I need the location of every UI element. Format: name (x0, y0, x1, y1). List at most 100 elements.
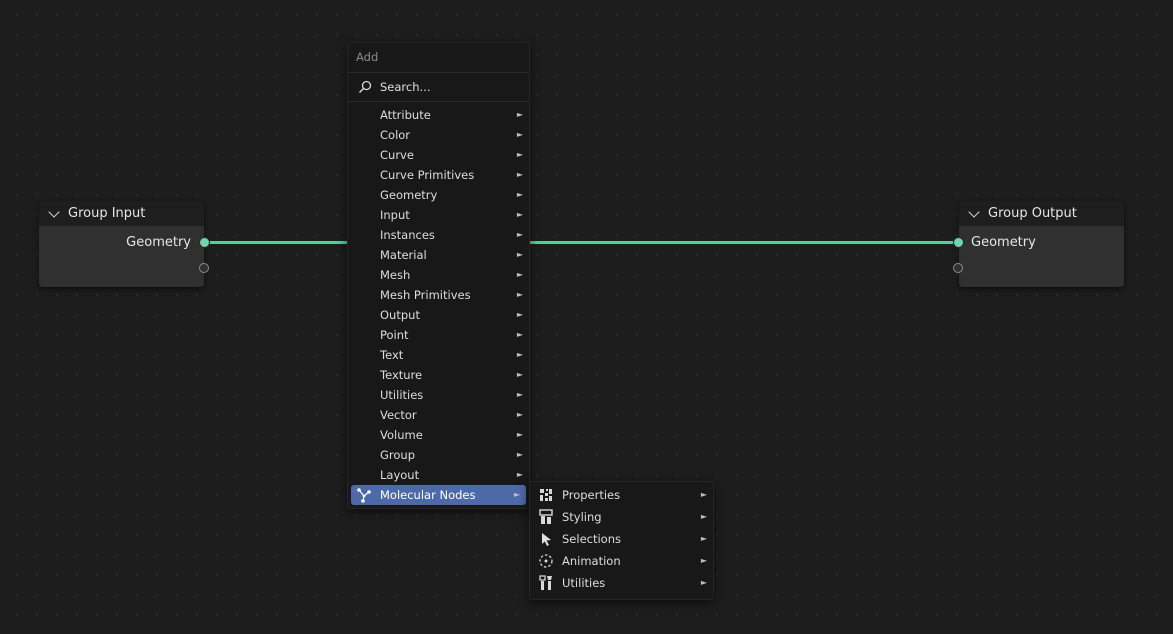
add-menu-item-label: Instances (380, 228, 435, 242)
add-menu-item-geometry[interactable]: Geometry ► (348, 185, 529, 205)
submenu-arrow-icon: ► (516, 250, 523, 259)
add-menu-item-label: Mesh (380, 268, 411, 282)
add-menu-item-utilities[interactable]: Utilities ► (348, 385, 529, 405)
submenu-item-animation[interactable]: Animation ► (530, 550, 713, 572)
utilities-icon (539, 575, 552, 590)
add-menu-item-label: Output (380, 308, 420, 322)
submenu-arrow-icon: ► (516, 110, 523, 119)
search-icon (358, 80, 372, 94)
submenu-item-utilities[interactable]: Utilities ► (530, 572, 713, 594)
add-menu-item-mesh[interactable]: Mesh ► (348, 265, 529, 285)
submenu-item-styling[interactable]: Styling ► (530, 506, 713, 528)
submenu-item-label: Utilities (562, 576, 606, 590)
molecular-nodes-submenu: Properties ► Styling ► Selections ► Anim… (529, 481, 714, 600)
submenu-arrow-icon: ► (516, 370, 523, 379)
group-input-empty-socket[interactable] (199, 263, 209, 273)
add-menu-item-label: Texture (380, 368, 423, 382)
node-link-left (205, 241, 350, 244)
add-menu-item-volume[interactable]: Volume ► (348, 425, 529, 445)
submenu-item-label: Selections (562, 532, 621, 546)
submenu-arrow-icon: ► (700, 534, 707, 543)
add-menu-item-label: Geometry (380, 188, 438, 202)
submenu-item-label: Animation (562, 554, 621, 568)
add-menu-item-molecular-nodes[interactable]: Molecular Nodes ► (351, 485, 526, 505)
add-menu-item-label: Vector (380, 408, 417, 422)
collapse-chevron-icon[interactable] (48, 205, 60, 218)
add-menu-item-input[interactable]: Input ► (348, 205, 529, 225)
submenu-arrow-icon: ► (516, 450, 523, 459)
submenu-arrow-icon: ► (516, 270, 523, 279)
add-menu-item-label: Point (380, 328, 409, 342)
group-input-title: Group Input (68, 206, 146, 221)
submenu-arrow-icon: ► (516, 210, 523, 219)
group-input-header[interactable]: Group Input (39, 201, 204, 226)
add-menu-search-field[interactable]: Search... (348, 73, 529, 102)
add-menu-item-label: Volume (380, 428, 423, 442)
selection-cursor-icon (542, 533, 551, 546)
add-menu-item-curve-primitives[interactable]: Curve Primitives ► (348, 165, 529, 185)
add-menu-item-texture[interactable]: Texture ► (348, 365, 529, 385)
submenu-arrow-icon: ► (700, 512, 707, 521)
submenu-arrow-icon: ► (516, 330, 523, 339)
add-menu-item-layout[interactable]: Layout ► (348, 465, 529, 485)
add-menu-item-output[interactable]: Output ► (348, 305, 529, 325)
submenu-item-label: Styling (562, 510, 602, 524)
group-input-node[interactable]: Group Input Geometry (39, 201, 204, 287)
group-output-geometry-label: Geometry (971, 235, 1036, 250)
group-output-node[interactable]: Group Output Geometry (959, 201, 1124, 287)
group-input-geometry-label: Geometry (126, 235, 191, 250)
submenu-arrow-icon: ► (700, 490, 707, 499)
add-menu-item-text[interactable]: Text ► (348, 345, 529, 365)
add-menu-item-label: Attribute (380, 108, 431, 122)
add-menu-item-group[interactable]: Group ► (348, 445, 529, 465)
add-menu-item-label: Group (380, 448, 416, 462)
add-menu-item-label: Color (380, 128, 411, 142)
submenu-arrow-icon: ► (516, 190, 523, 199)
molecule-icon (357, 488, 371, 503)
submenu-item-properties[interactable]: Properties ► (530, 484, 713, 506)
group-input-geometry-socket[interactable] (199, 237, 210, 248)
collapse-chevron-icon[interactable] (968, 205, 980, 218)
submenu-item-label: Properties (562, 488, 621, 502)
add-menu-item-label: Mesh Primitives (380, 288, 471, 302)
styling-icon (539, 509, 553, 524)
group-output-title: Group Output (988, 206, 1077, 221)
add-menu-item-label: Utilities (380, 388, 424, 402)
node-link-right (528, 241, 960, 244)
search-placeholder: Search... (380, 80, 431, 94)
submenu-arrow-icon: ► (516, 130, 523, 139)
add-menu-item-point[interactable]: Point ► (348, 325, 529, 345)
add-menu-item-vector[interactable]: Vector ► (348, 405, 529, 425)
submenu-arrow-icon: ► (516, 430, 523, 439)
add-menu: Add Search... Attribute ► Color ► Curve ► Curv… (347, 42, 530, 509)
animation-icon (539, 554, 553, 568)
add-menu-item-label: Material (380, 248, 427, 262)
submenu-item-selections[interactable]: Selections ► (530, 528, 713, 550)
add-menu-item-mesh-primitives[interactable]: Mesh Primitives ► (348, 285, 529, 305)
group-output-header[interactable]: Group Output (959, 201, 1124, 226)
node-editor-canvas[interactable]: Group Input Geometry Group Output Geomet… (0, 0, 1173, 634)
submenu-arrow-icon: ► (516, 410, 523, 419)
submenu-arrow-icon: ► (516, 170, 523, 179)
group-output-geometry-socket[interactable] (953, 237, 964, 248)
add-menu-item-curve[interactable]: Curve ► (348, 145, 529, 165)
add-menu-item-label: Layout (380, 468, 420, 482)
add-menu-item-label: Input (380, 208, 410, 222)
group-output-empty-socket[interactable] (953, 263, 963, 273)
submenu-arrow-icon: ► (513, 490, 520, 499)
add-menu-title: Add (348, 43, 529, 73)
submenu-arrow-icon: ► (516, 290, 523, 299)
submenu-arrow-icon: ► (516, 390, 523, 399)
submenu-arrow-icon: ► (516, 470, 523, 479)
add-menu-item-color[interactable]: Color ► (348, 125, 529, 145)
submenu-arrow-icon: ► (516, 310, 523, 319)
submenu-arrow-icon: ► (700, 556, 707, 565)
add-menu-item-instances[interactable]: Instances ► (348, 225, 529, 245)
submenu-arrow-icon: ► (516, 150, 523, 159)
add-menu-item-label: Curve Primitives (380, 168, 475, 182)
add-menu-item-attribute[interactable]: Attribute ► (348, 105, 529, 125)
add-menu-item-material[interactable]: Material ► (348, 245, 529, 265)
add-menu-item-label: Molecular Nodes (380, 488, 476, 502)
add-menu-item-label: Curve (380, 148, 414, 162)
properties-icon (540, 489, 552, 501)
